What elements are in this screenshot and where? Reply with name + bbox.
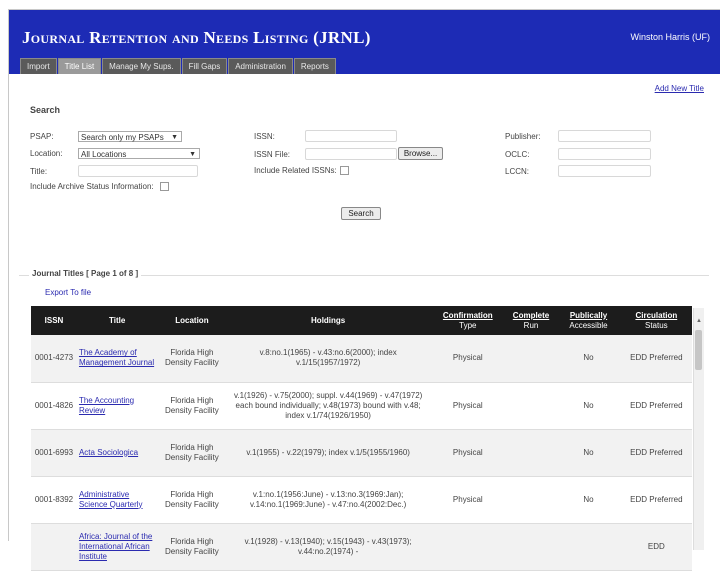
table-row: 0001-8392 Administrative Science Quarter…	[31, 476, 692, 524]
tab-manage-my-sups[interactable]: Manage My Sups.	[102, 58, 181, 74]
tab-reports[interactable]: Reports	[293, 58, 336, 74]
cell-complete	[505, 523, 557, 571]
title-link[interactable]: Acta Sociologica	[79, 448, 138, 457]
cell-issn: 0001-6993	[31, 429, 77, 477]
location-value: All Locations	[81, 150, 127, 159]
cell-holdings: v.8:no.1(1965) - v.43:no.6(2000); index …	[226, 335, 430, 383]
app-header: Journal Retention and Needs Listing (JRN…	[9, 10, 720, 74]
cell-circulation: EDD Preferred	[620, 429, 692, 477]
table-row: 0001-6993 Acta Sociologica Florida High …	[31, 429, 692, 477]
cell-type: Physical	[429, 429, 506, 477]
cell-circulation: EDD Preferred	[620, 382, 692, 430]
table-row: 0001-4273 The Academy of Management Jour…	[31, 335, 692, 383]
cell-complete	[505, 429, 557, 477]
cell-holdings: v.1(1928) - v.13(1940); v.15(1943) - v.4…	[226, 523, 430, 571]
issn-input[interactable]	[305, 130, 397, 142]
table-row: 0001-4826 The Accounting Review Florida …	[31, 382, 692, 430]
results-legend: Journal Titles [ Page 1 of 8 ]	[29, 269, 142, 278]
column-header-issn: ISSN	[31, 306, 77, 335]
cell-complete	[505, 382, 557, 430]
cell-location: Florida High Density Facility	[157, 523, 227, 571]
issn-file-label: ISSN File:	[254, 150, 291, 159]
cell-issn: 0001-4273	[31, 335, 77, 383]
scroll-up-icon[interactable]: ▲	[694, 318, 704, 324]
title-label: Title:	[30, 167, 48, 176]
cell-location: Florida High Density Facility	[157, 335, 227, 383]
table-header-row: ISSN Title Location Holdings Confirmatio…	[31, 306, 692, 335]
location-label: Location:	[30, 149, 63, 158]
archive-status-checkbox[interactable]	[160, 182, 169, 191]
publisher-input[interactable]	[558, 130, 651, 142]
tab-import[interactable]: Import	[20, 58, 57, 74]
cell-holdings: v.1(1955) - v.22(1979); index v.1/5(1955…	[226, 429, 430, 477]
scroll-thumb[interactable]	[695, 330, 702, 370]
column-header-holdings: Holdings	[226, 306, 430, 335]
cell-type	[429, 523, 506, 571]
app-window: Journal Retention and Needs Listing (JRN…	[8, 9, 720, 571]
oclc-input[interactable]	[558, 148, 651, 160]
tab-administration[interactable]: Administration	[228, 58, 293, 74]
cell-circulation: EDD	[620, 523, 692, 571]
psap-select[interactable]: Search only my PSAPs ▼	[78, 131, 182, 142]
chevron-down-icon: ▼	[171, 134, 178, 141]
cell-issn	[31, 523, 77, 571]
cell-location: Florida High Density Facility	[157, 476, 227, 524]
archive-status-label: Include Archive Status Information:	[30, 182, 154, 191]
tab-fill-gaps[interactable]: Fill Gaps	[181, 58, 228, 74]
cell-complete	[505, 335, 557, 383]
cell-location: Florida High Density Facility	[157, 382, 227, 430]
title-link[interactable]: Administrative Science Quarterly	[79, 490, 143, 509]
column-header-complete[interactable]: Complete Run	[505, 306, 557, 335]
column-header-location: Location	[157, 306, 227, 335]
cell-holdings: v.1(1926) - v.75(2000); suppl. v.44(1969…	[226, 382, 430, 430]
publisher-label: Publisher:	[505, 132, 541, 141]
lccn-input[interactable]	[558, 165, 651, 177]
cell-public: No	[556, 429, 621, 477]
cell-holdings: v.1:no.1(1956:June) - v.13:no.3(1969:Jan…	[226, 476, 430, 524]
title-link[interactable]: Africa: Journal of the International Afr…	[79, 532, 152, 561]
title-link[interactable]: The Academy of Management Journal	[79, 348, 154, 367]
cell-circulation: EDD Preferred	[620, 476, 692, 524]
issn-label: ISSN:	[254, 132, 275, 141]
search-button[interactable]: Search	[341, 207, 381, 220]
cell-type: Physical	[429, 476, 506, 524]
title-link[interactable]: The Accounting Review	[79, 396, 134, 415]
related-issns-checkbox[interactable]	[340, 166, 349, 175]
cell-public: No	[556, 335, 621, 383]
psap-value: Search only my PSAPs	[81, 133, 164, 142]
location-select[interactable]: All Locations ▼	[78, 148, 200, 159]
cell-complete	[505, 476, 557, 524]
column-header-title: Title	[76, 306, 158, 335]
cell-issn: 0001-4826	[31, 382, 77, 430]
related-issns-label: Include Related ISSNs:	[254, 166, 337, 175]
results-scrollbar[interactable]: ▲	[693, 308, 704, 550]
main-tabs: Import Title List Manage My Sups. Fill G…	[20, 58, 336, 74]
oclc-label: OCLC:	[505, 150, 530, 159]
tab-title-list[interactable]: Title List	[57, 58, 102, 74]
user-name[interactable]: Winston Harris (UF)	[630, 32, 710, 42]
export-link[interactable]: Export To file	[45, 288, 91, 297]
table-row: Africa: Journal of the International Afr…	[31, 523, 692, 571]
column-header-circulation[interactable]: Circulation Status	[620, 306, 692, 335]
cell-public: No	[556, 476, 621, 524]
journal-titles-table: ISSN Title Location Holdings Confirmatio…	[31, 306, 692, 571]
issn-file-input[interactable]	[305, 148, 397, 160]
cell-type: Physical	[429, 382, 506, 430]
browse-button[interactable]: Browse...	[398, 147, 443, 160]
search-heading: Search	[30, 105, 61, 115]
app-title: Journal Retention and Needs Listing (JRN…	[22, 28, 371, 47]
lccn-label: LCCN:	[505, 167, 530, 176]
title-input[interactable]	[78, 165, 198, 177]
psap-label: PSAP:	[30, 132, 54, 141]
cell-location: Florida High Density Facility	[157, 429, 227, 477]
column-header-publicly[interactable]: Publically Accessible	[556, 306, 621, 335]
add-new-title-link[interactable]: Add New Title	[655, 84, 704, 93]
chevron-down-icon: ▼	[189, 151, 196, 158]
cell-public	[556, 523, 621, 571]
cell-circulation: EDD Preferred	[620, 335, 692, 383]
cell-public: No	[556, 382, 621, 430]
cell-type: Physical	[429, 335, 506, 383]
column-header-confirmation[interactable]: Confirmation Type	[429, 306, 506, 335]
cell-issn: 0001-8392	[31, 476, 77, 524]
